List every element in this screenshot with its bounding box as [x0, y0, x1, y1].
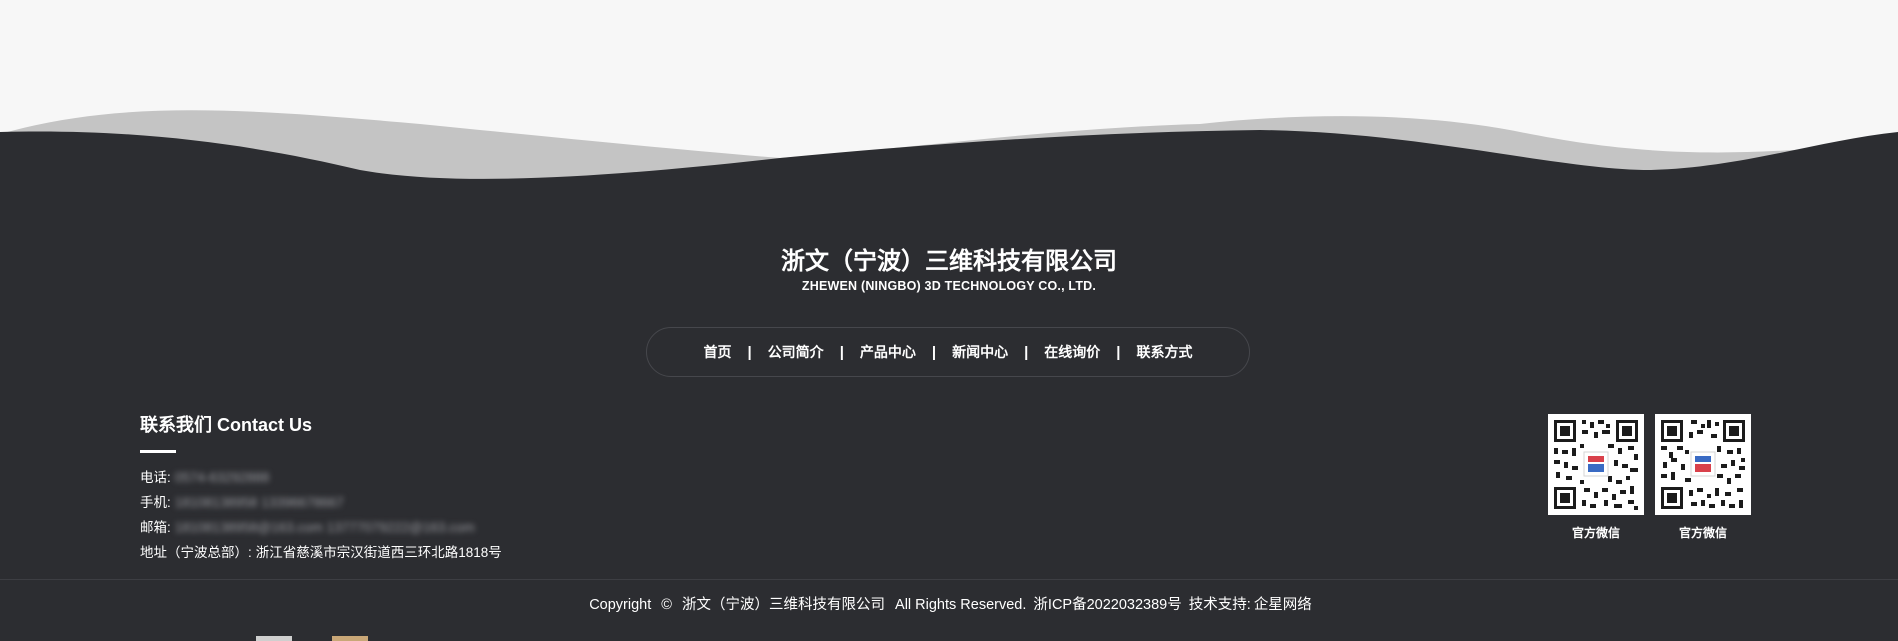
nav-item-about[interactable]: 公司简介 — [762, 343, 830, 361]
copyright-word: Copyright — [589, 597, 652, 613]
partial-icon-right — [332, 636, 368, 641]
nav-separator: | — [1116, 343, 1121, 361]
phone-label: 电话: — [140, 470, 171, 485]
nav-item-products[interactable]: 产品中心 — [854, 343, 922, 361]
partial-icon-left — [256, 636, 292, 641]
nav-separator: | — [931, 343, 937, 361]
support-link[interactable]: 企星网络 — [1254, 597, 1312, 613]
nav-separator: | — [747, 343, 752, 361]
qr-code-card: 官方微信 — [1655, 414, 1751, 540]
footer-divider — [0, 579, 1898, 580]
brand-name-en: ZHEWEN (NINGBO) 3D TECHNOLOGY CO., LTD. — [801, 279, 1097, 293]
qr-code-group: 官方微信 官方微信 — [1548, 414, 1751, 540]
contact-title: 联系我们 Contact Us — [140, 415, 313, 435]
qr-code-label: 官方微信 — [1678, 526, 1727, 540]
contact-phone: 电话: 0574-63292888 — [140, 465, 502, 490]
nav-separator: | — [1024, 343, 1029, 361]
email-label: 邮箱: — [140, 520, 171, 535]
copyright-symbol: © — [661, 597, 672, 613]
mobile-label: 手机: — [140, 495, 171, 510]
qr-code-label: 官方微信 — [1571, 526, 1620, 540]
copyright-rights: All Rights Reserved. — [895, 597, 1027, 613]
copyright-bar: Copyright © 浙文（宁波）三维科技有限公司 All Rights Re… — [0, 596, 1898, 614]
phone-value: 0574-63292888 — [174, 470, 270, 485]
icp-link[interactable]: 浙ICP备2022032389号 — [1033, 597, 1181, 613]
nav-separator: | — [839, 343, 844, 361]
contact-mobile: 手机: 18108138958 13396678667 — [140, 490, 502, 515]
email-value: 18108138958@163.com 13777079222@163.com — [174, 520, 475, 535]
copyright-company: 浙文（宁波）三维科技有限公司 — [682, 597, 885, 613]
contact-address: 地址（宁波总部）: 浙江省慈溪市宗汉街道西三环北路1818号 — [140, 540, 502, 565]
site-footer: 浙文（宁波）三维科技有限公司 ZHEWEN (NINGBO) 3D TECHNO… — [0, 0, 1898, 641]
address-label: 地址（宁波总部）: — [140, 545, 252, 560]
nav-item-home[interactable]: 首页 — [697, 343, 737, 361]
address-value: 浙江省慈溪市宗汉街道西三环北路1818号 — [255, 545, 502, 560]
footer-nav: 首页 | 公司简介 | 产品中心 | 新闻中心 | 在线询价 | 联系方式 — [646, 327, 1250, 377]
support-label: 技术支持: — [1188, 597, 1251, 613]
mobile-value: 18108138958 13396678667 — [174, 495, 344, 510]
qr-code-icon — [1655, 414, 1751, 515]
contact-email: 邮箱: 18108138958@163.com 13777079222@163.c… — [140, 515, 502, 540]
nav-item-inquiry[interactable]: 在线询价 — [1038, 343, 1106, 361]
qr-code-card: 官方微信 — [1548, 414, 1644, 540]
brand-name-cn: 浙文（宁波）三维科技有限公司 — [781, 248, 1117, 275]
contact-title-underline — [140, 450, 176, 453]
footer-brand: 浙文（宁波）三维科技有限公司 ZHEWEN (NINGBO) 3D TECHNO… — [0, 248, 1898, 294]
qr-code-icon — [1548, 414, 1644, 515]
contact-section: 联系我们 Contact Us 电话: 0574-63292888 手机: 1810… — [140, 414, 502, 565]
nav-item-news[interactable]: 新闻中心 — [946, 343, 1014, 361]
nav-item-contact[interactable]: 联系方式 — [1131, 343, 1199, 361]
